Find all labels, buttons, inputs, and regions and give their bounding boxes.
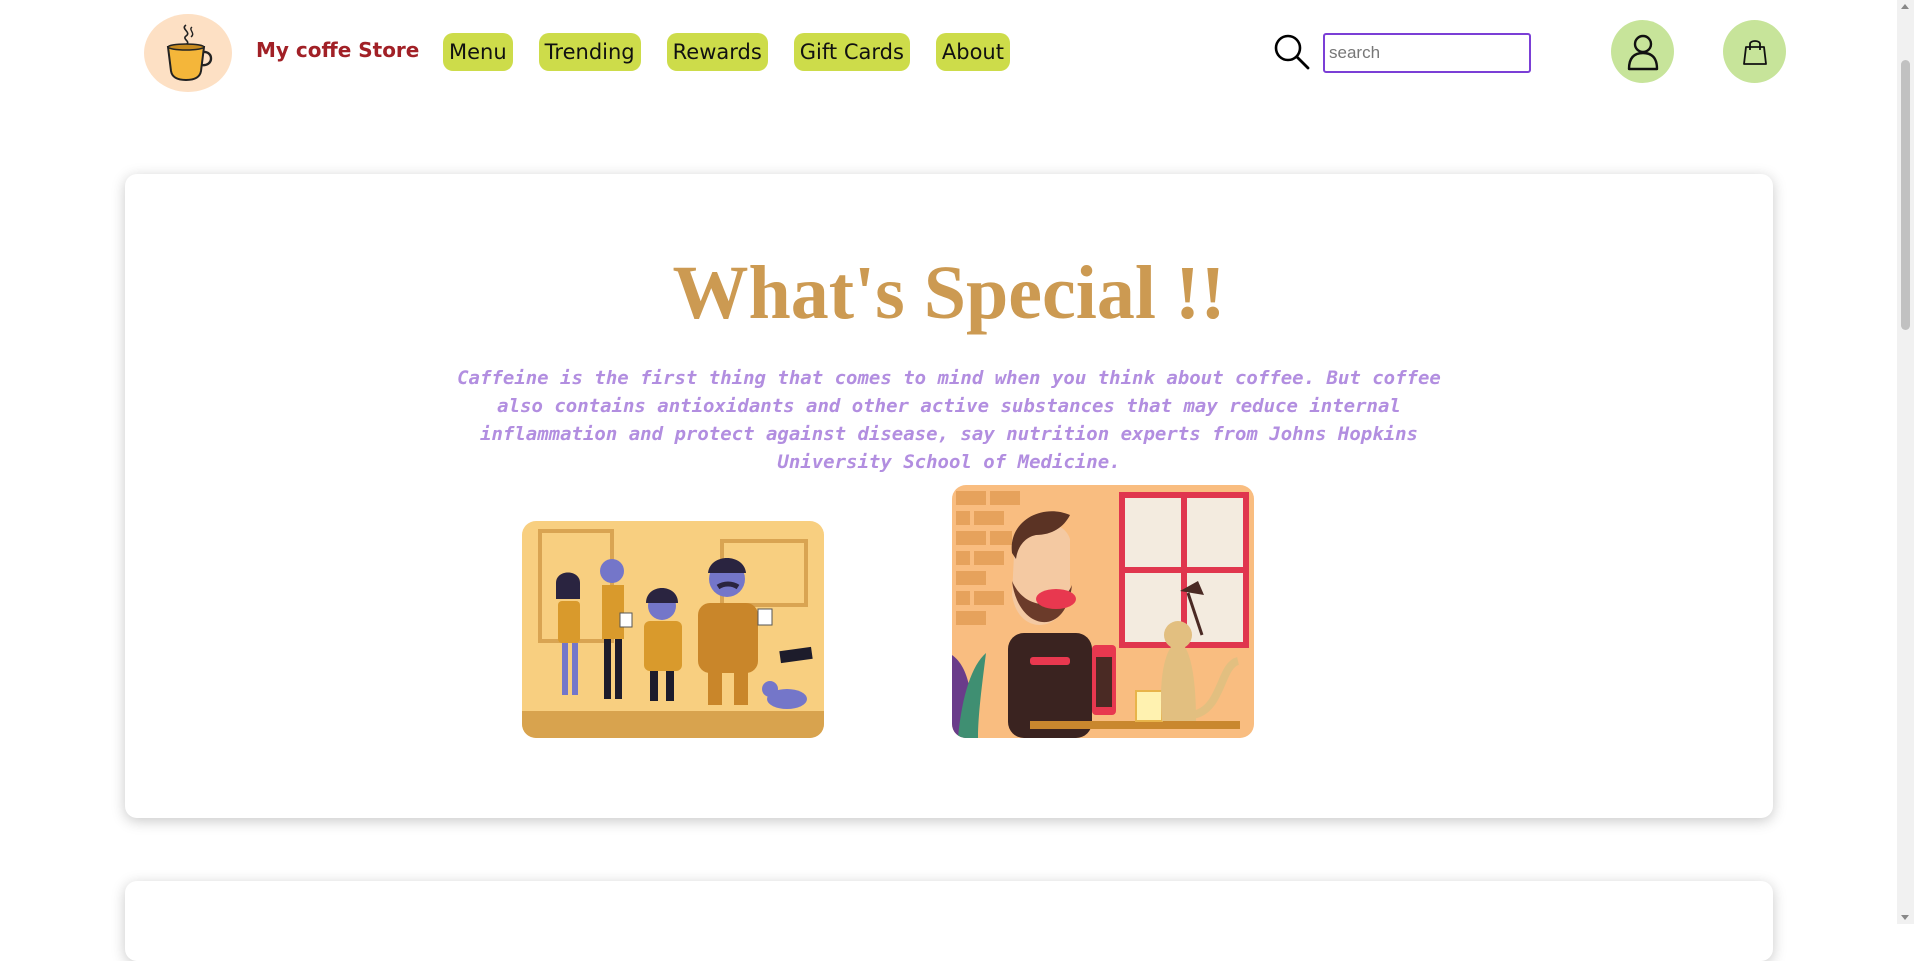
user-icon [1627, 34, 1658, 70]
coffee-cup-icon [166, 24, 213, 82]
people-drinking-coffee-illustration [522, 521, 824, 738]
main-nav: Menu Trending Rewards Gift Cards About [443, 33, 1010, 71]
nav-item-menu[interactable]: Menu [443, 33, 513, 71]
brand-name[interactable]: My coffe Store [256, 38, 419, 62]
scroll-down-icon[interactable] [1901, 915, 1909, 920]
nav-item-trending[interactable]: Trending [538, 33, 641, 71]
nav-item-about[interactable]: About [935, 33, 1010, 71]
magnifier-icon[interactable] [1273, 33, 1311, 75]
section-description: Caffeine is the first thing that comes t… [457, 367, 1441, 473]
search-input[interactable] [1323, 33, 1531, 73]
cart-button[interactable] [1723, 20, 1786, 83]
next-section [125, 881, 1773, 961]
section-title: What's Special !! [672, 251, 1226, 335]
shopping-bag-icon [1742, 39, 1767, 65]
store-logo[interactable] [144, 14, 232, 92]
nav-item-gift-cards[interactable]: Gift Cards [793, 33, 910, 71]
scroll-up-icon[interactable] [1901, 4, 1909, 9]
user-account-button[interactable] [1611, 20, 1674, 83]
vertical-scrollbar[interactable] [1897, 0, 1914, 924]
scroll-thumb[interactable] [1901, 60, 1910, 330]
nav-item-rewards[interactable]: Rewards [666, 33, 768, 71]
whats-special-section: What's Special !! Caffeine is the first … [125, 174, 1773, 818]
bearded-man-with-coffee-and-cat-illustration [952, 485, 1254, 738]
